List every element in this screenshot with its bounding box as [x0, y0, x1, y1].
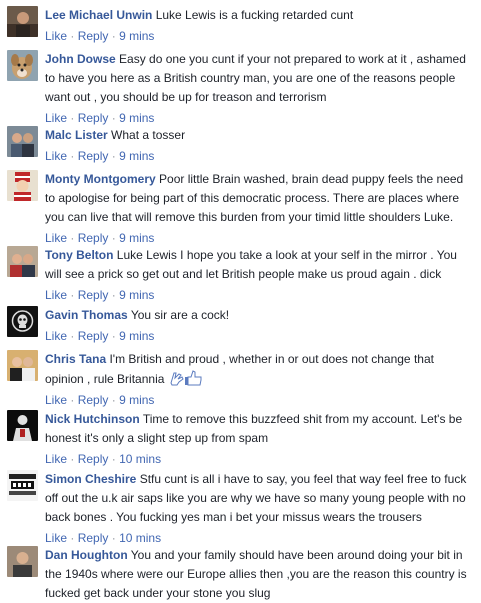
separator: · [70, 29, 75, 43]
separator: · [111, 149, 116, 163]
avatar[interactable] [7, 470, 38, 501]
avatar[interactable] [7, 546, 38, 577]
timestamp[interactable]: 10 mins [119, 452, 161, 466]
separator: · [111, 29, 116, 43]
avatar[interactable] [7, 410, 38, 441]
comment-actions: Like · Reply · 9 mins [45, 327, 475, 345]
reply-link[interactable]: Reply [78, 149, 109, 163]
reply-link[interactable]: Reply [78, 329, 109, 343]
comment-actions: Like · Reply · 10 mins [45, 450, 475, 468]
comment-text: You sir are a cock! [130, 308, 230, 322]
svg-text:· · · ·: · · · · [18, 308, 27, 313]
like-link[interactable]: Like [45, 531, 67, 545]
avatar[interactable] [7, 350, 38, 381]
separator: · [111, 111, 116, 125]
timestamp[interactable]: 9 mins [119, 329, 154, 343]
comment-actions: Like · Reply · 9 mins [45, 109, 475, 127]
commenter-name[interactable]: Chris Tana [45, 352, 106, 366]
commenter-name[interactable]: Gavin Thomas [45, 308, 128, 322]
commenter-name[interactable]: Dan Houghton [45, 548, 128, 562]
commenter-name[interactable]: Tony Belton [45, 248, 113, 262]
comment-actions: Like · Reply · 9 mins [45, 286, 475, 304]
commenter-name[interactable]: Simon Cheshire [45, 472, 136, 486]
timestamp[interactable]: 9 mins [119, 111, 154, 125]
avatar[interactable]: · · · · [7, 306, 38, 337]
reply-link[interactable]: Reply [78, 111, 109, 125]
separator: · [111, 288, 116, 302]
like-link[interactable]: Like [45, 29, 67, 43]
clapping-thumbs-up-emoji [168, 369, 204, 387]
avatar[interactable] [7, 246, 38, 277]
timestamp[interactable]: 9 mins [119, 29, 154, 43]
timestamp[interactable]: 9 mins [119, 393, 154, 407]
reply-link[interactable]: Reply [78, 393, 109, 407]
timestamp[interactable]: 9 mins [119, 231, 154, 245]
separator: · [70, 452, 75, 466]
separator: · [70, 329, 75, 343]
avatar[interactable] [7, 126, 38, 157]
separator: · [111, 329, 116, 343]
like-link[interactable]: Like [45, 452, 67, 466]
comment-actions: Like · Reply · 10 mins [45, 529, 475, 547]
reply-link[interactable]: Reply [78, 288, 109, 302]
separator: · [70, 111, 75, 125]
separator: · [70, 149, 75, 163]
timestamp[interactable]: 10 mins [119, 531, 161, 545]
avatar[interactable] [7, 50, 38, 81]
reply-link[interactable]: Reply [78, 29, 109, 43]
reply-link[interactable]: Reply [78, 452, 109, 466]
comment-actions: Like · Reply · 9 mins [45, 27, 475, 45]
reply-link[interactable]: Reply [78, 531, 109, 545]
separator: · [111, 452, 116, 466]
like-link[interactable]: Like [45, 393, 67, 407]
comment-actions: Like · Reply · 9 mins [45, 147, 475, 165]
reply-link[interactable]: Reply [78, 231, 109, 245]
comment-text: Luke Lewis is a fucking retarded cunt [155, 8, 354, 22]
avatar[interactable] [7, 170, 38, 201]
commenter-name[interactable]: Monty Montgomery [45, 172, 156, 186]
separator: · [70, 231, 75, 245]
separator: · [111, 393, 116, 407]
like-link[interactable]: Like [45, 288, 67, 302]
comment-actions: Like · Reply · 9 mins [45, 229, 475, 247]
timestamp[interactable]: 9 mins [119, 288, 154, 302]
like-link[interactable]: Like [45, 231, 67, 245]
commenter-name[interactable]: Malc Lister [45, 128, 108, 142]
comment-actions: Like · Reply · 9 mins [45, 391, 475, 409]
like-link[interactable]: Like [45, 111, 67, 125]
separator: · [70, 531, 75, 545]
timestamp[interactable]: 9 mins [119, 149, 154, 163]
separator: · [70, 393, 75, 407]
separator: · [70, 288, 75, 302]
commenter-name[interactable]: Nick Hutchinson [45, 412, 140, 426]
comment-text: What a tosser [111, 128, 186, 142]
commenter-name[interactable]: John Dowse [45, 52, 116, 66]
like-link[interactable]: Like [45, 329, 67, 343]
commenter-name[interactable]: Lee Michael Unwin [45, 8, 152, 22]
separator: · [111, 231, 116, 245]
like-link[interactable]: Like [45, 149, 67, 163]
avatar[interactable] [7, 6, 38, 37]
separator: · [111, 531, 116, 545]
